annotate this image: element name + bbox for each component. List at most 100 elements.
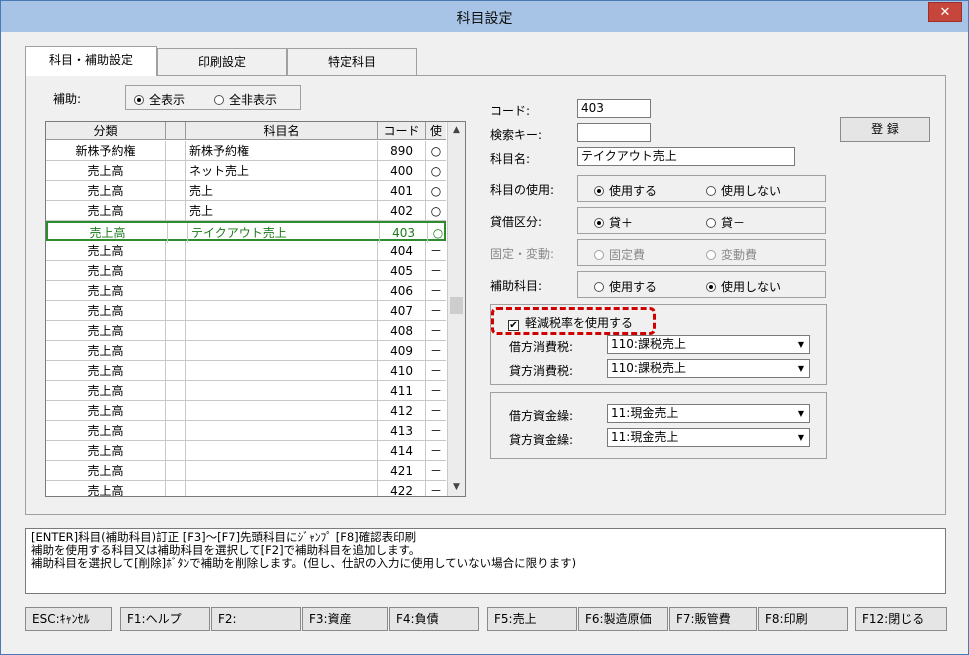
- col-category[interactable]: 分類: [46, 122, 166, 140]
- subject-grid[interactable]: 分類 科目名 コード 使 新株予約権 新株予約権 890 ○ 売上高 ネット売上 400 ○ 売…: [45, 121, 466, 497]
- cell-use: －: [429, 284, 442, 298]
- cell-category: 売上高: [46, 461, 166, 481]
- radio-sub-account-not-use[interactable]: 使用しない: [706, 278, 781, 295]
- table-row[interactable]: 売上高 413 －: [46, 421, 446, 441]
- table-row[interactable]: 売上高 ネット売上 400 ○: [46, 161, 446, 181]
- table-row[interactable]: 売上高 売上 402 ○: [46, 201, 446, 221]
- table-row[interactable]: 売上高 421 －: [46, 461, 446, 481]
- esc-cancel-button[interactable]: ESC:ｷｬﾝｾﾙ: [25, 607, 112, 631]
- table-row[interactable]: 売上高 405 －: [46, 261, 446, 281]
- search-key-label: 検索キー:: [490, 128, 543, 142]
- cell-subject-name: [186, 341, 378, 361]
- cell-category: 売上高: [46, 241, 166, 261]
- cell-use: ○: [430, 144, 442, 158]
- f4-liabilities-button[interactable]: F4:負債: [389, 607, 479, 631]
- f6-manufacturing-cost-button[interactable]: F6:製造原価: [578, 607, 668, 631]
- window-title: 科目設定: [456, 11, 513, 27]
- cell-category: 売上高: [46, 381, 166, 401]
- cell-code: 401: [378, 181, 426, 201]
- debit-tax-select[interactable]: 110:課税売上 ▼: [607, 335, 810, 354]
- table-row[interactable]: 売上高 404 －: [46, 241, 446, 261]
- close-button[interactable]: ✕: [928, 2, 962, 22]
- cell-code: 406: [378, 281, 426, 301]
- table-row[interactable]: 新株予約権 新株予約権 890 ○: [46, 141, 446, 161]
- radio-dot-icon: [706, 250, 716, 260]
- register-button[interactable]: 登 録: [840, 117, 930, 142]
- search-key-field[interactable]: [577, 123, 651, 142]
- radio-credit-minus[interactable]: 貸－: [706, 214, 745, 231]
- f3-assets-button[interactable]: F3:資産: [302, 607, 388, 631]
- dropdown-arrow-icon: ▼: [797, 409, 805, 418]
- table-row[interactable]: 売上高 売上 401 ○: [46, 181, 446, 201]
- cell-subject-name: [186, 401, 378, 421]
- debit-credit-radio-group: 貸＋ 貸－: [577, 207, 826, 234]
- radio-show-all[interactable]: 全表示: [134, 91, 185, 108]
- cell-category: 売上高: [48, 223, 168, 243]
- table-row[interactable]: 売上高 410 －: [46, 361, 446, 381]
- cell-use: ○: [430, 164, 442, 178]
- cell-use: ○: [430, 184, 442, 198]
- credit-tax-select[interactable]: 110:課税売上 ▼: [607, 359, 810, 378]
- radio-hide-all[interactable]: 全非表示: [214, 91, 277, 108]
- table-row[interactable]: 売上高 422 －: [46, 481, 446, 496]
- f12-close-button[interactable]: F12:閉じる: [855, 607, 947, 631]
- cell-blank: [166, 201, 186, 221]
- cell-use: －: [429, 344, 442, 358]
- cell-use: －: [429, 264, 442, 278]
- radio-dot-icon: [594, 282, 604, 292]
- f5-sales-button[interactable]: F5:売上: [487, 607, 577, 631]
- f7-sga-button[interactable]: F7:販管費: [669, 607, 757, 631]
- col-use[interactable]: 使: [426, 122, 446, 140]
- reduced-tax-checkbox[interactable]: ✔ 軽減税率を使用する: [508, 314, 633, 331]
- radio-usage-use[interactable]: 使用する: [594, 182, 657, 199]
- radio-usage-not-use[interactable]: 使用しない: [706, 182, 781, 199]
- cell-category: 売上高: [46, 321, 166, 341]
- cell-category: 売上高: [46, 201, 166, 221]
- cell-use: －: [429, 324, 442, 338]
- table-row[interactable]: 売上高 412 －: [46, 401, 446, 421]
- col-blank: [166, 122, 186, 140]
- cell-blank: [166, 161, 186, 181]
- table-row[interactable]: 売上高 テイクアウト売上 403 ○: [46, 221, 446, 243]
- table-row[interactable]: 売上高 414 －: [46, 441, 446, 461]
- radio-sub-account-use[interactable]: 使用する: [594, 278, 657, 295]
- subject-name-field[interactable]: テイクアウト売上: [577, 147, 795, 166]
- cell-use: －: [429, 304, 442, 318]
- col-code[interactable]: コード: [378, 122, 426, 140]
- f1-help-button[interactable]: F1:ヘルプ: [120, 607, 210, 631]
- radio-credit-plus[interactable]: 貸＋: [594, 214, 633, 231]
- cell-blank: [166, 241, 186, 261]
- cell-blank: [166, 261, 186, 281]
- cell-category: 売上高: [46, 341, 166, 361]
- tab-subject-sub-settings[interactable]: 科目・補助設定: [25, 46, 157, 76]
- f2-button[interactable]: F2:: [211, 607, 301, 631]
- scroll-thumb[interactable]: [450, 297, 463, 314]
- f8-print-button[interactable]: F8:印刷: [758, 607, 848, 631]
- scroll-up-icon[interactable]: ▲: [448, 122, 465, 139]
- code-field[interactable]: 403: [577, 99, 651, 118]
- cell-subject-name: [186, 321, 378, 341]
- cell-blank: [166, 461, 186, 481]
- scroll-down-icon[interactable]: ▼: [448, 479, 465, 496]
- grid-scrollbar[interactable]: ▲ ▼: [447, 122, 465, 496]
- cell-subject-name: [186, 441, 378, 461]
- tab-specific-subjects[interactable]: 特定科目: [287, 48, 417, 76]
- table-row[interactable]: 売上高 407 －: [46, 301, 446, 321]
- cell-category: 売上高: [46, 161, 166, 181]
- tab-print-settings[interactable]: 印刷設定: [157, 48, 287, 76]
- credit-fund-select[interactable]: 11:現金売上 ▼: [607, 428, 810, 447]
- cell-blank: [166, 381, 186, 401]
- table-row[interactable]: 売上高 409 －: [46, 341, 446, 361]
- cell-code: 890: [378, 141, 426, 161]
- cell-use: －: [429, 384, 442, 398]
- col-subject-name[interactable]: 科目名: [186, 122, 378, 140]
- dropdown-arrow-icon: ▼: [797, 340, 805, 349]
- cell-subject-name: 新株予約権: [186, 141, 378, 161]
- debit-fund-select[interactable]: 11:現金売上 ▼: [607, 404, 810, 423]
- table-row[interactable]: 売上高 406 －: [46, 281, 446, 301]
- table-row[interactable]: 売上高 411 －: [46, 381, 446, 401]
- table-row[interactable]: 売上高 408 －: [46, 321, 446, 341]
- cell-subject-name: [186, 461, 378, 481]
- cell-category: 売上高: [46, 421, 166, 441]
- cell-subject-name: [186, 381, 378, 401]
